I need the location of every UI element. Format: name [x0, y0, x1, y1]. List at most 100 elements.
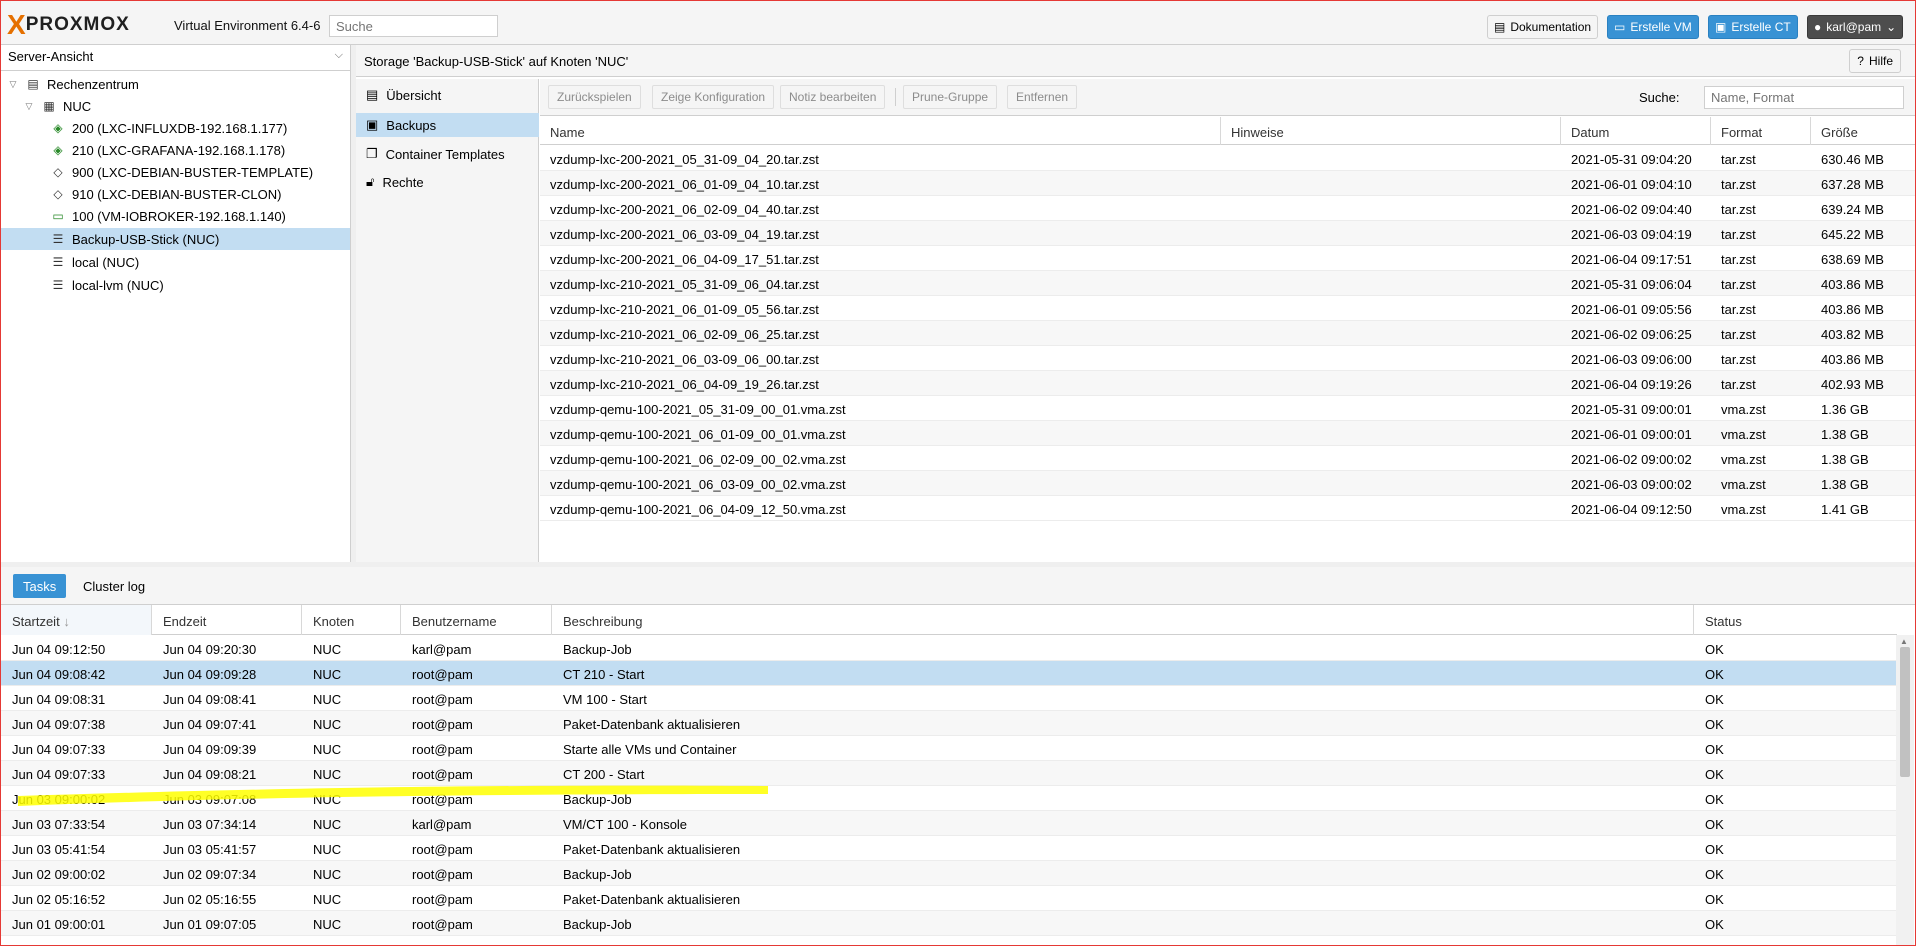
scrollbar-thumb[interactable]	[1900, 647, 1910, 777]
task-row[interactable]: Jun 03 09:00:02 Jun 03 09:07:08 NUC root@pa…	[1, 786, 1896, 811]
cell-start-time: Jun 02 05:16:52	[12, 892, 106, 907]
tree-item-storage-backup-usb[interactable]: ☰ Backup-USB-Stick (NUC)	[1, 228, 350, 250]
edit-note-button[interactable]: Notiz bearbeiten	[780, 85, 886, 109]
collapse-toggle-icon[interactable]: ▽	[23, 101, 35, 112]
cell-date: 2021-06-02 09:00:02	[1571, 452, 1692, 467]
backup-grid: Name Hinweise Datum Format Größe vzdump-…	[540, 117, 1915, 562]
cell-name: vzdump-lxc-210-2021_06_01-09_05_56.tar.z…	[550, 302, 819, 317]
column-header-end-time[interactable]: Endzeit	[152, 605, 302, 635]
table-row[interactable]: vzdump-lxc-210-2021_05_31-09_06_04.tar.z…	[540, 271, 1915, 296]
tree-item-vm-100[interactable]: ▭ 100 (VM-IOBROKER-192.168.1.140)	[49, 205, 286, 227]
column-header-date[interactable]: Datum	[1561, 117, 1711, 145]
task-row[interactable]: Jun 01 09:00:01 Jun 01 09:07:05 NUC root@pa…	[1, 911, 1896, 936]
cell-date: 2021-06-03 09:06:00	[1571, 352, 1692, 367]
help-button[interactable]: ? Hilfe	[1849, 49, 1901, 73]
table-row[interactable]: vzdump-lxc-210-2021_06_02-09_06_25.tar.z…	[540, 321, 1915, 346]
cell-username: root@pam	[412, 842, 473, 857]
task-row[interactable]: Jun 04 09:07:38 Jun 04 09:07:41 NUC root@pa…	[1, 711, 1896, 736]
tree-item-storage-local-lvm[interactable]: ☰ local-lvm (NUC)	[49, 274, 164, 296]
table-row[interactable]: vzdump-lxc-210-2021_06_01-09_05_56.tar.z…	[540, 296, 1915, 321]
table-row[interactable]: vzdump-qemu-100-2021_06_03-09_00_02.vma.…	[540, 471, 1915, 496]
table-row[interactable]: vzdump-qemu-100-2021_06_02-09_00_02.vma.…	[540, 446, 1915, 471]
collapse-toggle-icon[interactable]: ▽	[7, 79, 19, 90]
cell-status: OK	[1705, 742, 1724, 757]
backup-search-input[interactable]	[1704, 86, 1904, 109]
task-panel-tabs: Tasks Cluster log	[1, 567, 1915, 605]
task-row[interactable]: Jun 04 09:07:33 Jun 04 09:09:39 NUC root@pa…	[1, 736, 1896, 761]
cell-name: vzdump-lxc-210-2021_06_02-09_06_25.tar.z…	[550, 327, 819, 342]
cell-name: vzdump-lxc-200-2021_06_01-09_04_10.tar.z…	[550, 177, 819, 192]
cell-name: vzdump-qemu-100-2021_06_03-09_00_02.vma.…	[550, 477, 846, 492]
task-row[interactable]: Jun 04 09:12:50 Jun 04 09:20:30 NUC karl@pa…	[1, 636, 1896, 661]
table-row[interactable]: vzdump-lxc-210-2021_06_03-09_06_00.tar.z…	[540, 346, 1915, 371]
tree-item-storage-local[interactable]: ☰ local (NUC)	[49, 251, 140, 273]
task-row[interactable]: Jun 04 09:08:42 Jun 04 09:09:28 NUC root@pa…	[1, 661, 1896, 686]
task-scrollbar[interactable]: ▲	[1896, 635, 1914, 945]
proxmox-logo[interactable]: X PROXMOX	[7, 11, 130, 39]
cell-date: 2021-06-03 09:04:19	[1571, 227, 1692, 242]
task-row[interactable]: Jun 02 09:00:02 Jun 02 09:07:34 NUC root@pa…	[1, 861, 1896, 886]
tree-item-ct-910[interactable]: ◇ 910 (LXC-DEBIAN-BUSTER-CLON)	[49, 183, 281, 205]
chevron-down-icon: ⌄	[1886, 20, 1897, 34]
cell-description: Backup-Job	[563, 792, 632, 807]
cell-format: vma.zst	[1721, 402, 1766, 417]
cell-start-time: Jun 04 09:08:31	[12, 692, 106, 707]
cell-size: 645.22 MB	[1821, 227, 1884, 242]
column-header-name[interactable]: Name	[540, 117, 1221, 145]
scroll-up-icon[interactable]: ▲	[1900, 637, 1908, 646]
cell-format: tar.zst	[1721, 252, 1756, 267]
tree-item-ct-200[interactable]: ◈ 200 (LXC-INFLUXDB-192.168.1.177)	[49, 117, 287, 139]
cell-end-time: Jun 03 09:07:08	[163, 792, 257, 807]
table-row[interactable]: vzdump-qemu-100-2021_05_31-09_00_01.vma.…	[540, 396, 1915, 421]
column-header-start-time[interactable]: Startzeit ↓	[1, 605, 152, 635]
cell-node: NUC	[313, 867, 342, 882]
task-row[interactable]: Jun 04 09:07:33 Jun 04 09:08:21 NUC root@pa…	[1, 761, 1896, 786]
task-row[interactable]: Jun 04 09:08:31 Jun 04 09:08:41 NUC root@pa…	[1, 686, 1896, 711]
prune-group-button[interactable]: Prune-Gruppe	[903, 85, 998, 109]
table-row[interactable]: vzdump-lxc-200-2021_05_31-09_04_20.tar.z…	[540, 146, 1915, 171]
global-search-input[interactable]	[329, 15, 498, 37]
nav-container-templates[interactable]: ❐ Container Templates	[356, 142, 539, 166]
nav-permissions[interactable]: 🔓︎ Rechte	[356, 170, 539, 194]
view-selector[interactable]: Server-Ansicht ⌵	[1, 45, 351, 71]
tree-item-datacenter[interactable]: ▽ ▤ Rechenzentrum	[7, 73, 139, 95]
table-row[interactable]: vzdump-lxc-200-2021_06_03-09_04_19.tar.z…	[540, 221, 1915, 246]
create-vm-button[interactable]: ▭ Erstelle VM	[1607, 15, 1699, 39]
table-row[interactable]: vzdump-lxc-200-2021_06_01-09_04_10.tar.z…	[540, 171, 1915, 196]
tab-tasks[interactable]: Tasks	[13, 574, 67, 598]
column-header-status[interactable]: Status	[1694, 605, 1897, 635]
table-row[interactable]: vzdump-qemu-100-2021_06_01-09_00_01.vma.…	[540, 421, 1915, 446]
nav-overview[interactable]: ▤ Übersicht	[356, 83, 539, 107]
create-ct-button[interactable]: ▣ Erstelle CT	[1708, 15, 1798, 39]
column-header-node[interactable]: Knoten	[302, 605, 401, 635]
table-row[interactable]: vzdump-qemu-100-2021_06_04-09_12_50.vma.…	[540, 496, 1915, 521]
cell-end-time: Jun 03 05:41:57	[163, 842, 257, 857]
tree-item-ct-900[interactable]: ◇ 900 (LXC-DEBIAN-BUSTER-TEMPLATE)	[49, 161, 313, 183]
column-header-format[interactable]: Format	[1711, 117, 1811, 145]
table-row[interactable]: vzdump-lxc-210-2021_06_04-09_19_26.tar.z…	[540, 371, 1915, 396]
column-header-username[interactable]: Benutzername	[401, 605, 552, 635]
nav-backups[interactable]: ▣ Backups	[356, 113, 539, 137]
tree-item-node[interactable]: ▽ ▦ NUC	[23, 95, 92, 117]
cell-description: VM/CT 100 - Konsole	[563, 817, 688, 832]
cell-description: Paket-Datenbank aktualisieren	[563, 717, 741, 732]
column-header-notes[interactable]: Hinweise	[1221, 117, 1561, 145]
cell-name: vzdump-lxc-210-2021_05_31-09_06_04.tar.z…	[550, 277, 819, 292]
column-header-description[interactable]: Beschreibung	[552, 605, 1694, 635]
task-row[interactable]: Jun 03 07:33:54 Jun 03 07:34:14 NUC karl@pa…	[1, 811, 1896, 836]
table-row[interactable]: vzdump-lxc-200-2021_06_02-09_04_40.tar.z…	[540, 196, 1915, 221]
user-menu-button[interactable]: ● karl@pam ⌄	[1807, 15, 1904, 39]
task-row[interactable]: Jun 03 05:41:54 Jun 03 05:41:57 NUC root@pa…	[1, 836, 1896, 861]
file-icon: ❐	[366, 146, 378, 161]
column-header-size[interactable]: Größe	[1811, 117, 1915, 145]
cell-description: Backup-Job	[563, 867, 632, 882]
tab-cluster-log[interactable]: Cluster log	[73, 574, 155, 598]
remove-button[interactable]: Entfernen	[1007, 85, 1078, 109]
cell-size: 639.24 MB	[1821, 202, 1884, 217]
restore-button[interactable]: Zurückspielen	[548, 85, 641, 109]
table-row[interactable]: vzdump-lxc-200-2021_06_04-09_17_51.tar.z…	[540, 246, 1915, 271]
show-config-button[interactable]: Zeige Konfiguration	[652, 85, 775, 109]
task-row[interactable]: Jun 02 05:16:52 Jun 02 05:16:55 NUC root@pa…	[1, 886, 1896, 911]
documentation-button[interactable]: ▤ Dokumentation	[1487, 15, 1599, 39]
tree-item-ct-210[interactable]: ◈ 210 (LXC-GRAFANA-192.168.1.178)	[49, 139, 285, 161]
